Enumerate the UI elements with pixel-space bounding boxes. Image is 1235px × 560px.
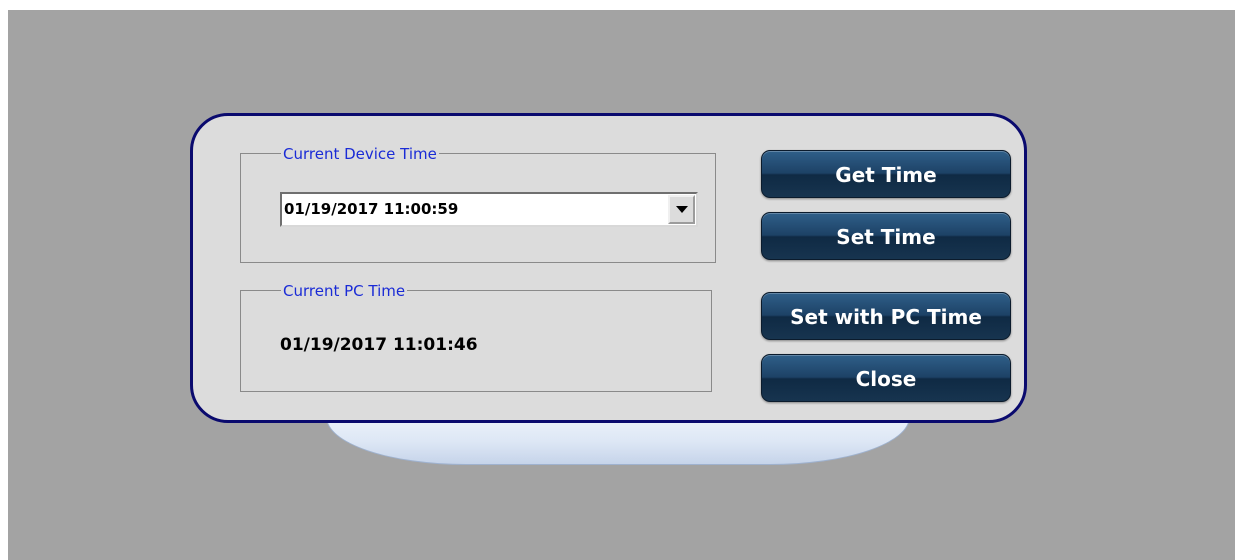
pc-time-group: Current PC Time 01/19/2017 11:01:46	[240, 282, 712, 392]
set-time-button[interactable]: Set Time	[761, 212, 1011, 260]
close-button[interactable]: Close	[761, 354, 1011, 402]
device-time-value: 01/19/2017 11:00:59	[284, 200, 459, 218]
device-time-group: Current Device Time 01/19/2017 11:00:59	[240, 145, 716, 263]
pc-time-value: 01/19/2017 11:01:46	[280, 335, 478, 355]
device-time-select[interactable]: 01/19/2017 11:00:59	[280, 192, 698, 227]
get-time-button[interactable]: Get Time	[761, 150, 1011, 198]
pc-time-legend: Current PC Time	[281, 282, 408, 300]
background: Current Device Time 01/19/2017 11:00:59 …	[8, 10, 1235, 560]
time-dialog: Current Device Time 01/19/2017 11:00:59 …	[190, 113, 1027, 423]
chevron-down-icon[interactable]	[668, 195, 695, 224]
device-time-legend: Current Device Time	[281, 145, 439, 163]
set-with-pc-time-button[interactable]: Set with PC Time	[761, 292, 1011, 340]
